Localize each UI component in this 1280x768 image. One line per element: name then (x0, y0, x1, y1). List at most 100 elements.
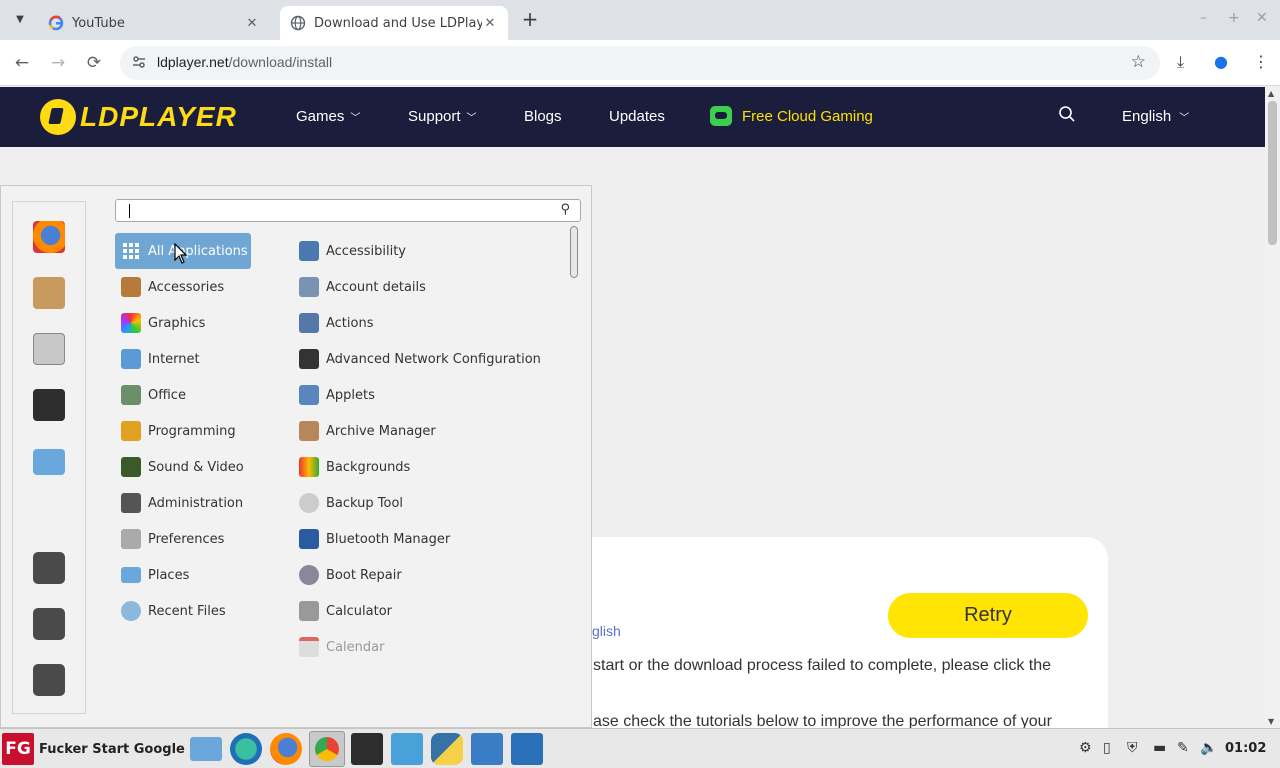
reload-button[interactable]: ⟳ (82, 51, 106, 75)
pen-icon[interactable]: ✎ (1177, 740, 1189, 756)
download-icon[interactable]: ⤓ (1177, 52, 1184, 72)
tab-ldplayer[interactable]: Download and Use LDPlayer ✕ (280, 6, 508, 40)
more-menu-icon[interactable]: ⋮ (1253, 52, 1269, 71)
app-advanced-network-configuration[interactable]: Advanced Network Configuration (293, 341, 558, 377)
close-tab-icon[interactable]: ✕ (244, 16, 260, 31)
tab-search-button[interactable]: ▼ (8, 8, 32, 32)
app-backup-tool[interactable]: Backup Tool (293, 485, 558, 521)
settings-icon[interactable] (33, 333, 65, 365)
app-actions[interactable]: Actions (293, 305, 558, 341)
tools-icon[interactable] (511, 733, 543, 765)
file-manager-icon[interactable] (190, 737, 222, 761)
retry-button[interactable]: Retry (888, 593, 1088, 638)
cloud-gaming-label: Free Cloud Gaming (742, 107, 873, 125)
clock[interactable]: 01:02 (1225, 741, 1266, 756)
terminal-icon[interactable] (351, 733, 383, 765)
app-applets[interactable]: Applets (293, 377, 558, 413)
color-wheel-icon (121, 313, 141, 333)
volume-icon[interactable]: 🔈 (1200, 740, 1217, 756)
bluetooth-icon (299, 529, 319, 549)
accessibility-icon (299, 241, 319, 261)
category-label: Office (148, 387, 186, 403)
language-link[interactable]: glish (592, 623, 621, 639)
app-calendar[interactable]: Calendar (293, 629, 558, 665)
menu-search-input[interactable]: ⚲ (115, 199, 581, 222)
category-sound-video[interactable]: Sound & Video (115, 449, 251, 485)
minimize-button[interactable]: – (1200, 10, 1207, 26)
system-monitor-icon[interactable] (471, 733, 503, 765)
category-internet[interactable]: Internet (115, 341, 251, 377)
bookmark-star-icon[interactable]: ☆ (1131, 52, 1146, 72)
close-tab-icon[interactable]: ✕ (482, 16, 498, 31)
app-backgrounds[interactable]: Backgrounds (293, 449, 558, 485)
address-bar[interactable]: ldplayer.net/download/install ☆ (120, 46, 1160, 80)
snowflake-icon[interactable] (391, 733, 423, 765)
category-programming[interactable]: Programming (115, 413, 251, 449)
google-g-icon (48, 15, 64, 31)
python-icon[interactable] (431, 733, 463, 765)
new-tab-button[interactable]: + (518, 8, 542, 32)
search-icon[interactable] (1058, 105, 1076, 128)
category-office[interactable]: Office (115, 377, 251, 413)
keyboard-icon[interactable]: ▬ (1153, 740, 1166, 756)
nav-label: Games (296, 108, 345, 125)
taskbar: FG Fucker Start Google ⚙ ▯ ⛨ ▬ ✎ 🔈 01:02 (0, 728, 1280, 768)
category-label: Recent Files (148, 603, 226, 619)
category-accessories[interactable]: Accessories (115, 269, 251, 305)
category-label: All Applications (148, 243, 248, 259)
language-selector[interactable]: English ﹀ (1122, 108, 1189, 125)
account-icon (299, 277, 319, 297)
profile-icon[interactable]: ● (1214, 52, 1228, 71)
edge-dev-icon[interactable] (230, 733, 262, 765)
nav-label: Support (408, 108, 461, 125)
page-scrollbar[interactable]: ▲ ▼ (1265, 87, 1280, 728)
category-label: Administration (148, 495, 244, 511)
chrome-task-button[interactable] (309, 731, 345, 767)
film-icon (121, 457, 141, 477)
category-recent-files[interactable]: Recent Files (115, 593, 251, 629)
backgrounds-icon (299, 457, 319, 477)
instructions-line-1: start or the download process failed to … (593, 657, 1052, 674)
shield-icon[interactable]: ⛨ (1127, 740, 1138, 756)
nav-support[interactable]: Support ﹀ (408, 108, 477, 125)
nav-free-cloud-gaming[interactable]: Free Cloud Gaming (710, 106, 873, 126)
app-archive-manager[interactable]: Archive Manager (293, 413, 558, 449)
text-caret (129, 204, 130, 218)
scroll-down-icon[interactable]: ▼ (1268, 717, 1274, 726)
maximize-button[interactable]: + (1228, 10, 1240, 26)
clipboard-icon[interactable]: ▯ (1103, 740, 1111, 756)
scrollbar-thumb[interactable] (1268, 101, 1277, 245)
category-preferences[interactable]: Preferences (115, 521, 251, 557)
power-icon[interactable] (33, 664, 65, 696)
scroll-up-icon[interactable]: ▲ (1268, 89, 1274, 98)
package-icon[interactable] (33, 277, 65, 309)
menu-scrollbar[interactable] (570, 226, 578, 278)
nav-blogs[interactable]: Blogs (524, 108, 562, 125)
site-info-icon[interactable] (130, 54, 148, 72)
back-button[interactable]: ← (10, 51, 34, 75)
terminal-icon[interactable] (33, 389, 65, 421)
app-calculator[interactable]: Calculator (293, 593, 558, 629)
nav-updates[interactable]: Updates (609, 108, 665, 125)
firefox-icon[interactable] (270, 733, 302, 765)
app-label: Archive Manager (326, 423, 436, 439)
lock-icon[interactable] (33, 552, 65, 584)
window-close-button[interactable]: ✕ (1256, 10, 1268, 26)
category-places[interactable]: Places (115, 557, 251, 593)
app-accessibility[interactable]: Accessibility (293, 233, 558, 269)
category-administration[interactable]: Administration (115, 485, 251, 521)
forward-button[interactable]: → (46, 51, 70, 75)
tab-youtube[interactable]: YouTube ✕ (38, 6, 270, 40)
app-bluetooth-manager[interactable]: Bluetooth Manager (293, 521, 558, 557)
folder-icon[interactable] (33, 449, 65, 475)
app-account-details[interactable]: Account details (293, 269, 558, 305)
start-button[interactable]: FG Fucker Start Google (2, 732, 185, 766)
ldplayer-logo[interactable]: LDPLAYER (40, 99, 237, 135)
actions-icon (299, 313, 319, 333)
firefox-icon[interactable] (33, 221, 65, 253)
nav-games[interactable]: Games ﹀ (296, 108, 360, 125)
network-icon[interactable]: ⚙ (1079, 740, 1092, 756)
logout-icon[interactable] (33, 608, 65, 640)
app-boot-repair[interactable]: Boot Repair (293, 557, 558, 593)
category-graphics[interactable]: Graphics (115, 305, 251, 341)
